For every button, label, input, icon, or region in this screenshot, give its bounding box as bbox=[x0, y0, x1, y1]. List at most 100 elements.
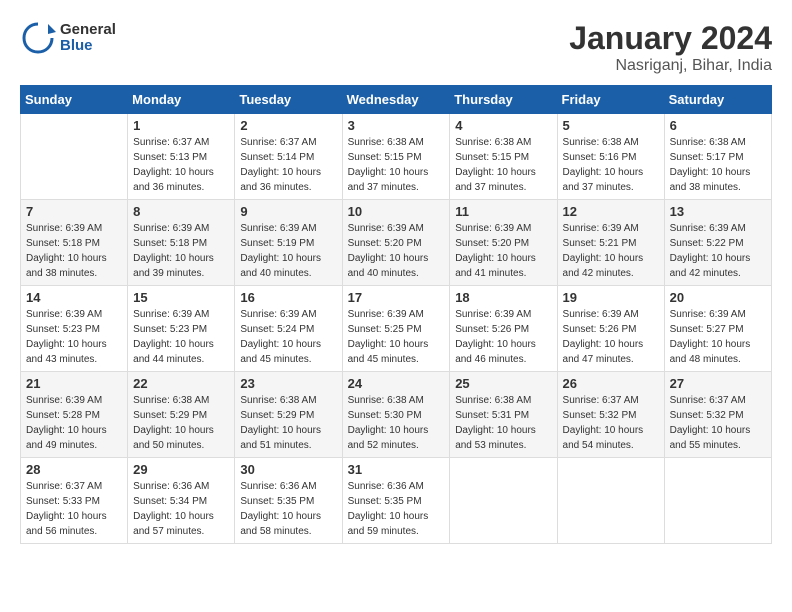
day-number: 3 bbox=[348, 118, 445, 133]
day-number: 21 bbox=[26, 376, 122, 391]
day-info: Sunrise: 6:38 AM Sunset: 5:29 PM Dayligh… bbox=[133, 393, 229, 453]
day-number: 28 bbox=[26, 462, 122, 477]
day-info: Sunrise: 6:39 AM Sunset: 5:22 PM Dayligh… bbox=[670, 221, 766, 281]
logo-blue-text: Blue bbox=[60, 38, 116, 55]
logo-bird-icon bbox=[20, 20, 56, 56]
calendar-day-cell: 27 Sunrise: 6:37 AM Sunset: 5:32 PM Dayli… bbox=[664, 372, 771, 458]
day-number: 30 bbox=[240, 462, 336, 477]
calendar-day-cell: 20 Sunrise: 6:39 AM Sunset: 5:27 PM Dayli… bbox=[664, 286, 771, 372]
calendar-week-row: 28 Sunrise: 6:37 AM Sunset: 5:33 PM Dayli… bbox=[21, 458, 772, 544]
calendar-day-cell bbox=[557, 458, 664, 544]
calendar-day-cell bbox=[450, 458, 557, 544]
day-info: Sunrise: 6:39 AM Sunset: 5:18 PM Dayligh… bbox=[133, 221, 229, 281]
calendar-day-cell: 22 Sunrise: 6:38 AM Sunset: 5:29 PM Dayli… bbox=[128, 372, 235, 458]
day-info: Sunrise: 6:39 AM Sunset: 5:18 PM Dayligh… bbox=[26, 221, 122, 281]
logo: General Blue bbox=[20, 20, 116, 56]
calendar-day-cell: 3Sunrise: 6:38 AM Sunset: 5:15 PM Daylig… bbox=[342, 114, 450, 200]
day-info: Sunrise: 6:36 AM Sunset: 5:35 PM Dayligh… bbox=[240, 479, 336, 539]
day-number: 25 bbox=[455, 376, 551, 391]
day-number: 16 bbox=[240, 290, 336, 305]
day-info: Sunrise: 6:37 AM Sunset: 5:32 PM Dayligh… bbox=[563, 393, 659, 453]
weekday-header: Saturday bbox=[664, 86, 771, 114]
weekday-header: Friday bbox=[557, 86, 664, 114]
day-info: Sunrise: 6:39 AM Sunset: 5:27 PM Dayligh… bbox=[670, 307, 766, 367]
calendar-day-cell: 14 Sunrise: 6:39 AM Sunset: 5:23 PM Dayli… bbox=[21, 286, 128, 372]
day-number: 10 bbox=[348, 204, 445, 219]
calendar-day-cell: 26 Sunrise: 6:37 AM Sunset: 5:32 PM Dayli… bbox=[557, 372, 664, 458]
day-number: 9 bbox=[240, 204, 336, 219]
day-info: Sunrise: 6:39 AM Sunset: 5:23 PM Dayligh… bbox=[26, 307, 122, 367]
title-block: January 2024 Nasriganj, Bihar, India bbox=[569, 20, 772, 75]
calendar-day-cell: 30 Sunrise: 6:36 AM Sunset: 5:35 PM Dayli… bbox=[235, 458, 342, 544]
day-info: Sunrise: 6:39 AM Sunset: 5:28 PM Dayligh… bbox=[26, 393, 122, 453]
calendar-day-cell: 17Sunrise: 6:39 AM Sunset: 5:25 PM Dayli… bbox=[342, 286, 450, 372]
day-number: 20 bbox=[670, 290, 766, 305]
day-info: Sunrise: 6:37 AM Sunset: 5:14 PM Dayligh… bbox=[240, 135, 336, 195]
weekday-header: Monday bbox=[128, 86, 235, 114]
day-number: 31 bbox=[348, 462, 445, 477]
day-info: Sunrise: 6:39 AM Sunset: 5:20 PM Dayligh… bbox=[348, 221, 445, 281]
day-number: 2 bbox=[240, 118, 336, 133]
logo-general-text: General bbox=[60, 22, 116, 39]
day-number: 18 bbox=[455, 290, 551, 305]
day-info: Sunrise: 6:36 AM Sunset: 5:34 PM Dayligh… bbox=[133, 479, 229, 539]
day-info: Sunrise: 6:38 AM Sunset: 5:17 PM Dayligh… bbox=[670, 135, 766, 195]
calendar-day-cell: 21 Sunrise: 6:39 AM Sunset: 5:28 PM Dayli… bbox=[21, 372, 128, 458]
day-info: Sunrise: 6:39 AM Sunset: 5:20 PM Dayligh… bbox=[455, 221, 551, 281]
calendar-subtitle: Nasriganj, Bihar, India bbox=[569, 57, 772, 75]
day-info: Sunrise: 6:39 AM Sunset: 5:23 PM Dayligh… bbox=[133, 307, 229, 367]
day-number: 29 bbox=[133, 462, 229, 477]
day-number: 8 bbox=[133, 204, 229, 219]
day-number: 11 bbox=[455, 204, 551, 219]
day-number: 22 bbox=[133, 376, 229, 391]
day-number: 17 bbox=[348, 290, 445, 305]
day-number: 1 bbox=[133, 118, 229, 133]
calendar-day-cell bbox=[664, 458, 771, 544]
weekday-header-row: SundayMondayTuesdayWednesdayThursdayFrid… bbox=[21, 86, 772, 114]
calendar-day-cell: 15 Sunrise: 6:39 AM Sunset: 5:23 PM Dayli… bbox=[128, 286, 235, 372]
day-info: Sunrise: 6:37 AM Sunset: 5:32 PM Dayligh… bbox=[670, 393, 766, 453]
day-info: Sunrise: 6:39 AM Sunset: 5:21 PM Dayligh… bbox=[563, 221, 659, 281]
day-number: 27 bbox=[670, 376, 766, 391]
day-info: Sunrise: 6:38 AM Sunset: 5:31 PM Dayligh… bbox=[455, 393, 551, 453]
calendar-day-cell: 23Sunrise: 6:38 AM Sunset: 5:29 PM Dayli… bbox=[235, 372, 342, 458]
calendar-day-cell: 9 Sunrise: 6:39 AM Sunset: 5:19 PM Daylig… bbox=[235, 200, 342, 286]
calendar-table: SundayMondayTuesdayWednesdayThursdayFrid… bbox=[20, 85, 772, 544]
calendar-day-cell: 4 Sunrise: 6:38 AM Sunset: 5:15 PM Daylig… bbox=[450, 114, 557, 200]
day-number: 26 bbox=[563, 376, 659, 391]
calendar-day-cell: 2 Sunrise: 6:37 AM Sunset: 5:14 PM Daylig… bbox=[235, 114, 342, 200]
page-header: General Blue January 2024 Nasriganj, Bih… bbox=[20, 20, 772, 75]
day-number: 7 bbox=[26, 204, 122, 219]
day-info: Sunrise: 6:38 AM Sunset: 5:15 PM Dayligh… bbox=[455, 135, 551, 195]
calendar-day-cell: 13Sunrise: 6:39 AM Sunset: 5:22 PM Dayli… bbox=[664, 200, 771, 286]
day-info: Sunrise: 6:37 AM Sunset: 5:13 PM Dayligh… bbox=[133, 135, 229, 195]
day-number: 15 bbox=[133, 290, 229, 305]
day-number: 4 bbox=[455, 118, 551, 133]
day-number: 5 bbox=[563, 118, 659, 133]
calendar-day-cell: 28 Sunrise: 6:37 AM Sunset: 5:33 PM Dayli… bbox=[21, 458, 128, 544]
day-info: Sunrise: 6:38 AM Sunset: 5:30 PM Dayligh… bbox=[348, 393, 445, 453]
calendar-day-cell: 18 Sunrise: 6:39 AM Sunset: 5:26 PM Dayli… bbox=[450, 286, 557, 372]
calendar-day-cell: 5 Sunrise: 6:38 AM Sunset: 5:16 PM Daylig… bbox=[557, 114, 664, 200]
day-info: Sunrise: 6:37 AM Sunset: 5:33 PM Dayligh… bbox=[26, 479, 122, 539]
day-info: Sunrise: 6:38 AM Sunset: 5:16 PM Dayligh… bbox=[563, 135, 659, 195]
day-number: 24 bbox=[348, 376, 445, 391]
calendar-day-cell: 12Sunrise: 6:39 AM Sunset: 5:21 PM Dayli… bbox=[557, 200, 664, 286]
calendar-title: January 2024 bbox=[569, 20, 772, 57]
day-info: Sunrise: 6:39 AM Sunset: 5:24 PM Dayligh… bbox=[240, 307, 336, 367]
calendar-day-cell bbox=[21, 114, 128, 200]
day-number: 14 bbox=[26, 290, 122, 305]
day-info: Sunrise: 6:39 AM Sunset: 5:26 PM Dayligh… bbox=[455, 307, 551, 367]
calendar-day-cell: 25 Sunrise: 6:38 AM Sunset: 5:31 PM Dayli… bbox=[450, 372, 557, 458]
calendar-day-cell: 19 Sunrise: 6:39 AM Sunset: 5:26 PM Dayli… bbox=[557, 286, 664, 372]
day-number: 19 bbox=[563, 290, 659, 305]
calendar-day-cell: 10 Sunrise: 6:39 AM Sunset: 5:20 PM Dayli… bbox=[342, 200, 450, 286]
day-info: Sunrise: 6:39 AM Sunset: 5:19 PM Dayligh… bbox=[240, 221, 336, 281]
calendar-week-row: 1 Sunrise: 6:37 AM Sunset: 5:13 PM Daylig… bbox=[21, 114, 772, 200]
day-info: Sunrise: 6:39 AM Sunset: 5:26 PM Dayligh… bbox=[563, 307, 659, 367]
day-info: Sunrise: 6:36 AM Sunset: 5:35 PM Dayligh… bbox=[348, 479, 445, 539]
calendar-week-row: 21 Sunrise: 6:39 AM Sunset: 5:28 PM Dayli… bbox=[21, 372, 772, 458]
calendar-day-cell: 1 Sunrise: 6:37 AM Sunset: 5:13 PM Daylig… bbox=[128, 114, 235, 200]
weekday-header: Tuesday bbox=[235, 86, 342, 114]
logo-text: General Blue bbox=[20, 20, 116, 56]
